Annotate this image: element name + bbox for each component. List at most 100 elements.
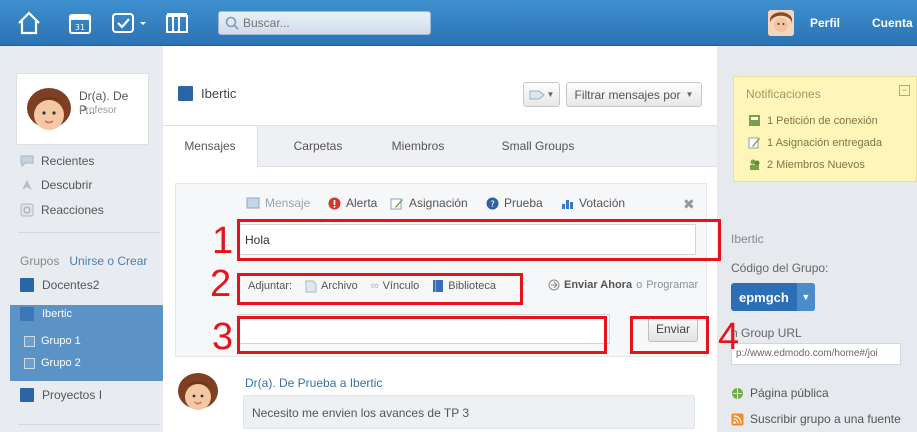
group-code-label: Código del Grupo: — [731, 261, 829, 275]
right-sidebar: Notificaciones − 1 Petición de conexión … — [717, 46, 917, 432]
check-menu-icon[interactable] — [108, 8, 152, 38]
search-icon — [225, 16, 239, 30]
group-color-square — [20, 278, 34, 292]
subgroup-label: Grupo 2 — [41, 357, 81, 369]
annotation-box-1 — [237, 219, 721, 261]
avatar[interactable] — [768, 10, 794, 36]
speech-bubble-icon — [20, 155, 34, 167]
calendar-icon[interactable]: 31 — [65, 8, 95, 38]
new-members-icon — [750, 159, 760, 170]
join-create-link[interactable]: Unirse o Crear — [69, 254, 147, 268]
filter-label: Filtrar mensajes por — [574, 87, 681, 102]
tab-bar: Mensajes Carpetas Miembros Small Groups — [163, 125, 717, 167]
group-title: Ibertic — [178, 86, 236, 101]
group-proyectos[interactable]: Proyectos I — [20, 388, 102, 402]
search-input[interactable] — [243, 16, 423, 30]
groups-label: Grupos — [20, 254, 60, 268]
nav-label: Reacciones — [41, 203, 104, 217]
subscribe-label: Suscribir grupo a una fuente — [750, 412, 901, 426]
poll-icon — [562, 199, 573, 209]
post-avatar[interactable] — [175, 370, 221, 416]
notification-label: 1 Asignación entregada — [767, 136, 882, 149]
tab-mensajes[interactable]: Mensajes — [163, 126, 258, 167]
type-asignacion[interactable]: Asignación — [390, 196, 468, 210]
send-now-link[interactable]: Enviar Ahora — [564, 279, 632, 291]
send-now-icon — [548, 279, 560, 291]
group-label: Proyectos I — [42, 388, 103, 402]
annotation-number-2: 2 — [210, 263, 232, 305]
left-sidebar: Dr(a). De P... Profesor Recientes Descub… — [0, 46, 163, 432]
type-label: Asignación — [409, 196, 468, 210]
tag-filter-button[interactable]: ▼ — [523, 82, 560, 107]
subscribe-feed-link[interactable]: Suscribir grupo a una fuente — [731, 412, 901, 426]
subgroup-grupo-2[interactable]: Grupo 2 — [24, 357, 81, 369]
group-code-value: epmgch — [739, 289, 789, 305]
connection-request-icon — [749, 115, 760, 126]
home-icon[interactable] — [14, 8, 44, 38]
subgroup-grupo-1[interactable]: Grupo 1 — [24, 335, 81, 347]
filter-messages-button[interactable]: Filtrar mensajes por ▼ — [566, 82, 702, 107]
sidebar-divider — [18, 424, 160, 425]
globe-icon — [732, 387, 743, 399]
tab-small-groups[interactable]: Small Groups — [483, 126, 593, 167]
notification-item[interactable]: 1 Petición de conexión — [748, 114, 878, 127]
type-label: Prueba — [504, 196, 543, 210]
type-mensaje[interactable]: Mensaje — [246, 196, 310, 210]
user-role: Profesor — [79, 105, 117, 116]
account-link[interactable]: Cuenta — [872, 16, 913, 30]
type-label: Mensaje — [265, 196, 311, 210]
collapse-icon[interactable]: − — [899, 85, 910, 96]
public-page-link[interactable]: Página pública — [731, 386, 829, 400]
profile-link[interactable]: Perfil — [810, 16, 840, 30]
type-votacion[interactable]: Votación — [561, 196, 625, 210]
group-docentes2[interactable]: Docentes2 — [20, 278, 99, 292]
annotation-number-3: 3 — [212, 316, 234, 358]
tab-carpetas[interactable]: Carpetas — [273, 126, 363, 167]
nav-descubrir[interactable]: Descubrir — [20, 178, 92, 192]
annotation-number-1: 1 — [212, 220, 234, 262]
tab-miembros[interactable]: Miembros — [373, 126, 463, 167]
profile-avatar — [23, 84, 75, 136]
annotation-box-3 — [237, 316, 607, 354]
quiz-icon: ? — [486, 197, 499, 210]
top-bar: 31 Perfil Cuenta — [0, 0, 917, 46]
close-icon[interactable]: ✖ — [683, 196, 695, 213]
nav-label: Recientes — [41, 154, 95, 168]
type-alerta[interactable]: Alerta — [328, 196, 377, 210]
subgroup-label: Grupo 1 — [41, 335, 81, 347]
group-url-field[interactable]: p://www.edmodo.com/home#/joi — [731, 343, 901, 365]
group-label: Docentes2 — [42, 278, 100, 292]
notification-item[interactable]: 2 Miembros Nuevos — [748, 158, 865, 171]
groups-header: Grupos Unirse o Crear — [20, 254, 147, 268]
nav-reacciones[interactable]: Reacciones — [20, 203, 104, 217]
post-author[interactable]: Dr(a). De Prueba a Ibertic — [245, 376, 382, 390]
notifications-panel: Notificaciones − 1 Petición de conexión … — [733, 76, 917, 182]
group-url-label: n Group URL — [731, 326, 802, 340]
subgroup-square — [24, 357, 35, 369]
schedule-link[interactable]: Programar — [646, 279, 698, 291]
library-icon[interactable] — [162, 8, 192, 38]
post-body: Necesito me envien los avances de TP 3 — [243, 395, 695, 429]
post-item: Dr(a). De Prueba a Ibertic Necesito me e… — [175, 366, 707, 432]
chevron-down-icon: ▼ — [546, 90, 555, 99]
notification-label: 1 Petición de conexión — [767, 114, 878, 127]
rss-icon — [731, 413, 744, 425]
calendar-day: 31 — [75, 23, 85, 32]
chevron-down-icon: ▼ — [685, 90, 694, 99]
or-text: o — [636, 279, 643, 291]
group-color-square — [20, 307, 34, 321]
group-label: Ibertic — [42, 308, 72, 320]
notification-item[interactable]: 1 Asignación entregada — [748, 136, 882, 149]
sidebar-divider — [18, 232, 160, 233]
group-name-label: Ibertic — [731, 232, 764, 246]
nav-recientes[interactable]: Recientes — [20, 154, 94, 168]
profile-card[interactable]: Dr(a). De P... Profesor — [16, 73, 149, 145]
group-ibertic[interactable]: Ibertic — [20, 307, 72, 321]
search-box[interactable] — [218, 11, 431, 35]
annotation-box-4 — [630, 316, 709, 354]
compass-icon — [22, 180, 32, 190]
group-code-button[interactable]: epmgch ▼ — [731, 283, 815, 311]
public-page-label: Página pública — [750, 386, 829, 400]
type-prueba[interactable]: ? Prueba — [486, 196, 543, 210]
message-icon — [246, 197, 260, 209]
